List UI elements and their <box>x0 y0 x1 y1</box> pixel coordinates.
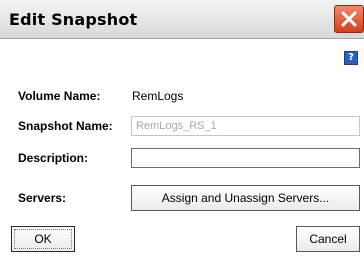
ok-button[interactable]: OK <box>11 226 75 252</box>
snapshot-name-field[interactable]: RemLogs_RS_1 <box>131 116 360 136</box>
edit-snapshot-dialog: Edit Snapshot ? Volume Name: RemLogs Sna… <box>0 0 364 260</box>
title-bar: Edit Snapshot <box>0 0 364 39</box>
help-icon[interactable]: ? <box>344 51 358 65</box>
description-label: Description: <box>18 151 89 165</box>
close-button[interactable] <box>334 5 364 33</box>
volume-name-value: RemLogs <box>132 89 184 103</box>
close-x-icon <box>341 11 357 27</box>
volume-name-label: Volume Name: <box>18 89 101 103</box>
dialog-title: Edit Snapshot <box>9 10 138 29</box>
cancel-button[interactable]: Cancel <box>296 226 360 252</box>
ok-button-label: OK <box>14 229 72 249</box>
servers-label: Servers: <box>18 191 67 205</box>
description-field[interactable] <box>131 148 360 168</box>
snapshot-name-label: Snapshot Name: <box>18 119 113 133</box>
assign-servers-button[interactable]: Assign and Unassign Servers... <box>131 185 360 211</box>
